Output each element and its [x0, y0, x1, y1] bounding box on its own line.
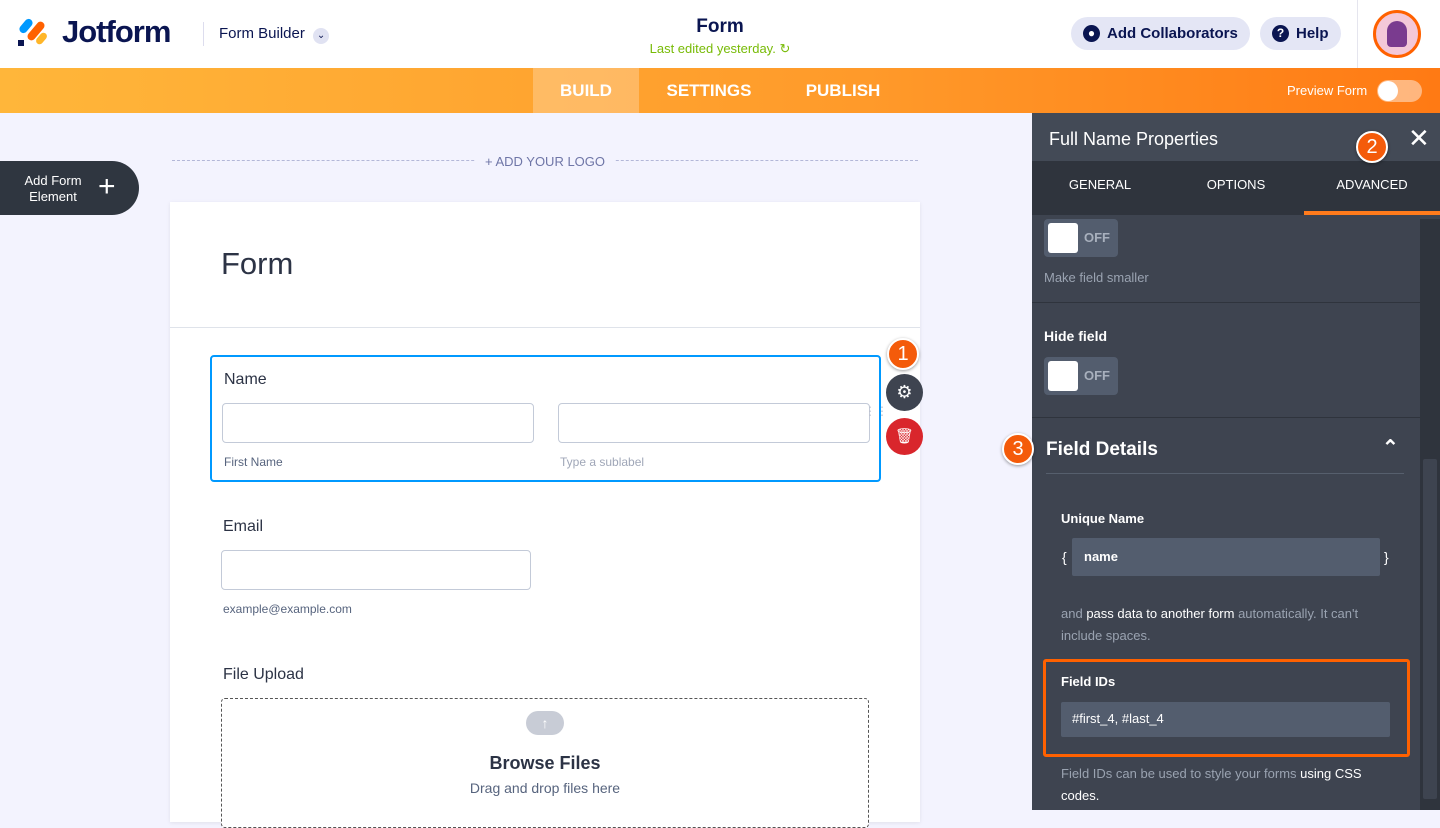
add-collaborators-label: Add Collaborators	[1107, 25, 1238, 42]
email-input[interactable]	[221, 550, 531, 590]
form-builder-dropdown[interactable]: Form Builder ⌄	[219, 25, 330, 44]
form-card: Form Name First Name Type a sublabel ⋮⋮ …	[170, 202, 920, 828]
tab-settings[interactable]: SETTINGS	[650, 68, 768, 113]
unique-name-help: and pass data to another form automatica…	[1061, 606, 1359, 643]
shrink-toggle[interactable]: OFF	[1044, 219, 1118, 257]
preview-form-toggle[interactable]	[1377, 80, 1422, 102]
drag-drop-text: Drag and drop files here	[469, 780, 621, 796]
delete-field-button[interactable]: 🗑	[886, 418, 923, 455]
add-logo-area[interactable]: + ADD YOUR LOGO	[172, 150, 918, 174]
last-name-input[interactable]	[558, 403, 870, 443]
form-title[interactable]: Form	[620, 16, 820, 38]
step-badge-3: 3	[1002, 433, 1034, 465]
field-details-header[interactable]: Field Details	[1046, 439, 1158, 461]
field-ids-value: #first_4, #last_4	[1072, 711, 1164, 726]
unique-name-value: name	[1084, 549, 1118, 564]
add-logo-text: + ADD YOUR LOGO	[475, 154, 615, 169]
unique-name-label: Unique Name	[1061, 511, 1145, 526]
unique-name-input[interactable]: name	[1072, 538, 1380, 576]
history-icon[interactable]: ↻	[779, 41, 790, 56]
browse-files-text: Browse Files	[489, 753, 601, 773]
hide-field-toggle[interactable]: OFF	[1044, 357, 1118, 395]
plus-icon: +	[98, 170, 116, 203]
open-brace: {	[1062, 549, 1067, 565]
tab-advanced[interactable]: ADVANCED	[1304, 161, 1440, 215]
first-name-input[interactable]	[222, 403, 534, 443]
properties-panel: Full Name Properties ✕ GENERAL OPTIONS A…	[1002, 113, 1440, 810]
tab-build[interactable]: BUILD	[533, 68, 639, 113]
email-label: Email	[223, 518, 264, 535]
name-label: Name	[224, 371, 267, 388]
builder-nav: BUILD SETTINGS PUBLISH Preview Form	[0, 68, 1440, 113]
brand-name[interactable]: Jotform	[62, 14, 171, 50]
last-edited-text: Last edited yesterday.	[649, 41, 776, 56]
preview-form-label: Preview Form	[1287, 83, 1368, 98]
close-icon[interactable]: ✕	[1408, 123, 1430, 154]
jotform-logo-icon	[17, 16, 49, 48]
file-upload-label: File Upload	[223, 666, 304, 683]
chevron-up-icon[interactable]: ⌃	[1382, 435, 1399, 460]
panel-title: Full Name Properties	[1049, 129, 1219, 149]
add-form-element-button[interactable]: Add Form Element +	[0, 161, 139, 215]
make-field-smaller-text: Make field smaller	[1044, 270, 1149, 285]
gear-icon: ⚙	[896, 382, 913, 402]
step-badge-1: 1	[887, 338, 919, 370]
form-heading[interactable]: Form	[221, 246, 293, 282]
drag-handle-icon[interactable]: ⋮⋮	[864, 405, 888, 417]
first-name-sublabel: First Name	[224, 455, 283, 469]
chevron-down-icon: ⌄	[313, 28, 330, 44]
trash-icon: 🗑	[894, 428, 915, 445]
name-field-selected[interactable]: Name First Name Type a sublabel ⋮⋮	[210, 355, 888, 482]
tab-general[interactable]: GENERAL	[1032, 161, 1168, 215]
add-collaborators-button[interactable]: ● Add Collaborators	[1071, 17, 1250, 50]
form-builder-label: Form Builder	[219, 25, 305, 42]
hide-field-label: Hide field	[1044, 328, 1108, 344]
avatar[interactable]	[1373, 10, 1421, 58]
tab-publish[interactable]: PUBLISH	[790, 68, 896, 113]
close-brace: }	[1384, 549, 1389, 565]
user-icon: ●	[1083, 25, 1100, 42]
field-ids-input[interactable]: #first_4, #last_4	[1061, 702, 1390, 737]
help-button[interactable]: ? Help	[1260, 17, 1341, 50]
tab-options[interactable]: OPTIONS	[1168, 161, 1304, 215]
panel-scrollbar[interactable]	[1420, 219, 1440, 810]
top-header: Jotform Form Builder ⌄ Form Last edited …	[0, 0, 1440, 68]
field-settings-button[interactable]: ⚙	[886, 374, 923, 411]
file-upload-dropzone[interactable]: ↑ Browse Files Drag and drop files here	[221, 698, 869, 828]
field-ids-help: Field IDs can be used to style your form…	[1061, 766, 1362, 803]
step-badge-2: 2	[1356, 131, 1388, 163]
field-ids-label: Field IDs	[1061, 674, 1116, 689]
add-form-element-label: Add Form Element	[24, 173, 82, 204]
cloud-upload-icon: ↑	[526, 711, 564, 735]
email-sublabel: example@example.com	[223, 602, 352, 616]
question-icon: ?	[1272, 25, 1289, 42]
help-label: Help	[1296, 25, 1329, 42]
last-name-sublabel[interactable]: Type a sublabel	[560, 455, 644, 469]
